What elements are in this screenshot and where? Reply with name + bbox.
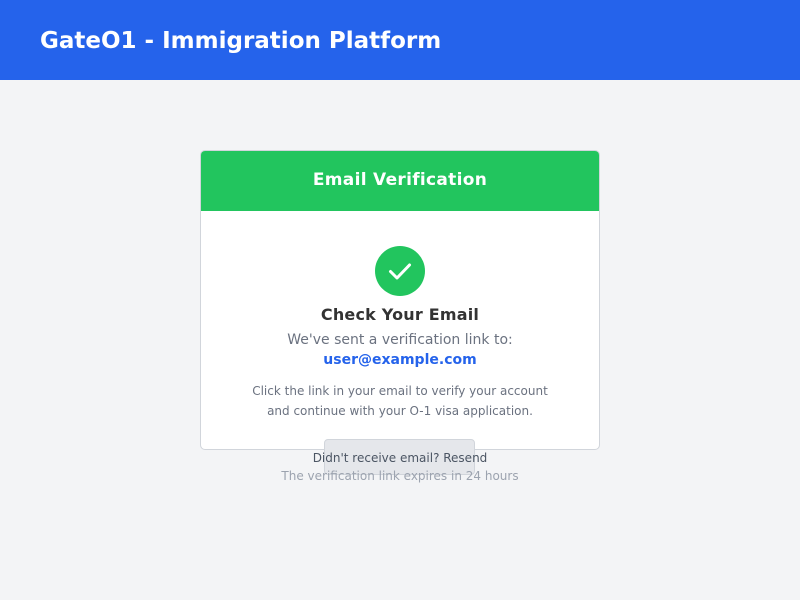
top-nav-bar: GateO1 - Immigration Platform bbox=[0, 0, 800, 80]
verification-card: Email Verification Check Your Email We'v… bbox=[200, 150, 600, 450]
check-email-heading: Check Your Email bbox=[320, 305, 480, 324]
email-address: user@example.com bbox=[323, 352, 477, 368]
card-header: Email Verification bbox=[201, 151, 599, 211]
app-title: GateO1 - Immigration Platform bbox=[40, 28, 442, 54]
resend-label[interactable]: Didn't receive email? Resend bbox=[0, 450, 800, 466]
checkmark-icon bbox=[389, 263, 411, 280]
instruction-line-2: and continue with your O-1 visa applicat… bbox=[267, 404, 533, 418]
check-circle-icon bbox=[375, 246, 425, 296]
instruction-line-1: Click the link in your email to verify y… bbox=[252, 384, 548, 398]
card-title: Email Verification bbox=[312, 170, 488, 190]
instruction-text: Click the link in your email to verify y… bbox=[241, 381, 559, 421]
sent-link-text: We've sent a verification link to: bbox=[287, 332, 513, 348]
expiry-note: The verification link expires in 24 hour… bbox=[281, 469, 519, 483]
